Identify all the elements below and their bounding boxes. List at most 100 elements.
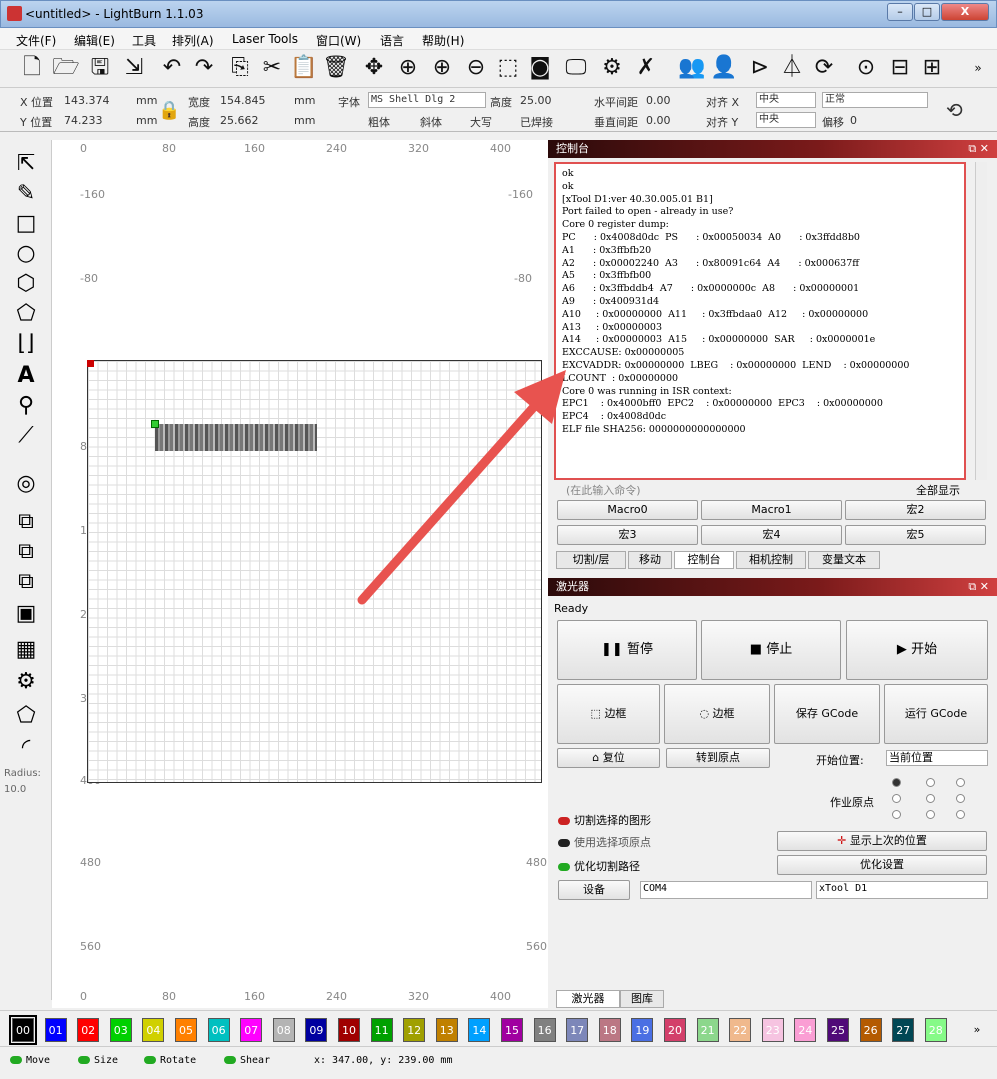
menu-arrange[interactable]: 排列(A) <box>172 32 214 49</box>
circular-array-icon[interactable]: ⚙ <box>12 668 40 696</box>
layer-color-swatch[interactable]: 24 <box>794 1018 817 1042</box>
layer-color-swatch[interactable]: 26 <box>859 1018 882 1042</box>
command-input[interactable]: (在此输入命令) <box>566 482 641 498</box>
new-file-icon[interactable]: 🗋 <box>18 54 46 82</box>
tab-console[interactable]: 控制台 <box>674 551 734 569</box>
macro-button[interactable]: 宏4 <box>701 525 842 545</box>
devices-button[interactable]: 设备 <box>558 880 630 900</box>
menu-laser-tools[interactable]: Laser Tools <box>232 32 298 46</box>
offset-shapes-icon[interactable]: ◎ <box>12 470 40 498</box>
run-gcode-button[interactable]: 运行 GCode <box>884 684 988 744</box>
rotate-toggle[interactable]: Rotate <box>144 1055 196 1066</box>
cut-icon[interactable]: ✂ <box>258 54 286 82</box>
minimize-button[interactable]: – <box>887 3 913 21</box>
macro-button[interactable]: Macro1 <box>701 500 842 520</box>
panel-close-icon[interactable]: ⧉ ✕ <box>968 140 989 158</box>
menu-language[interactable]: 语言 <box>380 32 404 49</box>
layer-color-swatch[interactable]: 02 <box>77 1018 100 1042</box>
zoom-out-icon[interactable]: ⊖ <box>462 54 490 82</box>
text-height-value[interactable]: 25.00 <box>520 94 552 107</box>
panel-close-icon[interactable]: ⧉ ✕ <box>968 578 989 596</box>
italic-toggle[interactable]: 斜体 <box>420 114 442 130</box>
group-icon[interactable]: 👥 <box>678 54 706 82</box>
tools-icon[interactable]: ✗ <box>632 54 660 82</box>
layer-color-swatch[interactable]: 07 <box>240 1018 263 1042</box>
job-origin-radio[interactable] <box>956 794 965 803</box>
undo-icon[interactable]: ↶ <box>158 54 186 82</box>
paste-icon[interactable]: 📋 <box>290 54 318 82</box>
vspace-value[interactable]: 0.00 <box>646 114 671 127</box>
macro-button[interactable]: Macro0 <box>557 500 698 520</box>
layer-color-swatch[interactable]: 12 <box>403 1018 426 1042</box>
cut-selected-toggle[interactable]: 切割选择的图形 <box>558 812 651 828</box>
shear-toggle[interactable]: Shear <box>224 1055 270 1066</box>
measure-icon[interactable]: ⟋ <box>12 422 40 450</box>
maximize-button[interactable]: □ <box>914 3 940 21</box>
job-origin-radio[interactable] <box>926 794 935 803</box>
tab-library[interactable]: 图库 <box>620 990 664 1008</box>
job-origin-radio[interactable] <box>926 810 935 819</box>
tab-laser[interactable]: 激光器 <box>556 990 620 1008</box>
text-tools-icon[interactable]: ⟲ <box>946 98 963 122</box>
layer-color-swatch[interactable]: 18 <box>598 1018 621 1042</box>
tab-camera[interactable]: 相机控制 <box>736 551 806 569</box>
align-y-select[interactable]: 中央 <box>756 112 816 128</box>
redo-icon[interactable]: ↷ <box>190 54 218 82</box>
job-origin-radio[interactable] <box>892 794 901 803</box>
job-origin-radio[interactable] <box>956 810 965 819</box>
node-edit-icon[interactable]: ⬠ <box>12 702 40 730</box>
port-select[interactable]: COM4 <box>640 881 812 899</box>
move-icon[interactable]: ✥ <box>360 54 388 82</box>
home-button[interactable]: ⌂ 复位 <box>557 748 660 768</box>
close-button[interactable]: X <box>941 3 989 21</box>
polygon-icon[interactable]: ⬡ <box>12 270 40 298</box>
layer-color-swatch[interactable]: 06 <box>207 1018 230 1042</box>
size-toggle[interactable]: Size <box>78 1055 118 1066</box>
uppercase-toggle[interactable]: 大写 <box>470 114 492 130</box>
import-icon[interactable]: ⇲ <box>120 54 148 82</box>
layer-color-swatch[interactable]: 01 <box>44 1018 67 1042</box>
palette-overflow-icon[interactable]: » <box>966 1018 988 1042</box>
use-selection-origin-toggle[interactable]: 使用选择项原点 <box>558 834 651 850</box>
device-select[interactable]: xTool D1 <box>816 881 988 899</box>
macro-button[interactable]: 宏2 <box>845 500 986 520</box>
layer-color-swatch[interactable]: 16 <box>533 1018 556 1042</box>
user-icon[interactable]: 👤 <box>710 54 738 82</box>
optimize-settings-button[interactable]: 优化设置 <box>777 855 987 875</box>
optimize-path-toggle[interactable]: 优化切割路径 <box>558 858 640 874</box>
monitor-icon[interactable]: 🖵 <box>562 54 590 82</box>
frame-rect-button[interactable]: ⬚ 边框 <box>557 684 660 744</box>
distribute-icon[interactable]: ⊞ <box>918 54 946 82</box>
layer-color-swatch[interactable]: 11 <box>370 1018 393 1042</box>
pentagon-icon[interactable]: ⬠ <box>12 300 40 328</box>
center-icon[interactable]: ⊙ <box>852 54 880 82</box>
frame-bracket-icon[interactable]: ⌊⌋ <box>12 330 40 358</box>
job-origin-radio[interactable] <box>892 810 901 819</box>
bold-toggle[interactable]: 粗体 <box>368 114 390 130</box>
grid-array-icon[interactable]: ▦ <box>12 636 40 664</box>
console-scrollbar[interactable] <box>975 162 987 480</box>
layer-color-swatch[interactable]: 10 <box>338 1018 360 1042</box>
camera-icon[interactable]: ◙ <box>526 54 554 82</box>
layer-color-swatch[interactable]: 22 <box>729 1018 752 1042</box>
menu-help[interactable]: 帮助(H) <box>422 32 464 49</box>
layer-color-swatch[interactable]: 20 <box>664 1018 686 1042</box>
pause-button[interactable]: ❚❚ 暂停 <box>557 620 697 680</box>
layer-color-swatch[interactable]: 21 <box>696 1018 719 1042</box>
menu-window[interactable]: 窗口(W) <box>316 32 361 49</box>
position-pin-icon[interactable]: ⚲ <box>12 392 40 420</box>
layer-color-swatch[interactable]: 03 <box>109 1018 132 1042</box>
layer-color-swatch[interactable]: 14 <box>468 1018 491 1042</box>
layer-color-swatch[interactable]: 05 <box>175 1018 197 1042</box>
console-output[interactable]: ok ok [xTool D1:ver 40.30.005.01 B1] Port f… <box>554 162 966 480</box>
frame-circle-button[interactable]: ◌ 边框 <box>664 684 770 744</box>
mirror-v-icon[interactable]: ⏃ <box>778 54 806 82</box>
ellipse-icon[interactable]: ○ <box>12 240 40 268</box>
selected-image-object[interactable] <box>155 424 317 451</box>
job-origin-radio[interactable] <box>926 778 935 787</box>
macro-button[interactable]: 宏5 <box>845 525 986 545</box>
stop-button[interactable]: ■ 停止 <box>701 620 841 680</box>
radius-value[interactable]: 10.0 <box>4 784 26 795</box>
menu-file[interactable]: 文件(F) <box>16 32 56 49</box>
layer-color-swatch[interactable]: 28 <box>924 1018 947 1042</box>
